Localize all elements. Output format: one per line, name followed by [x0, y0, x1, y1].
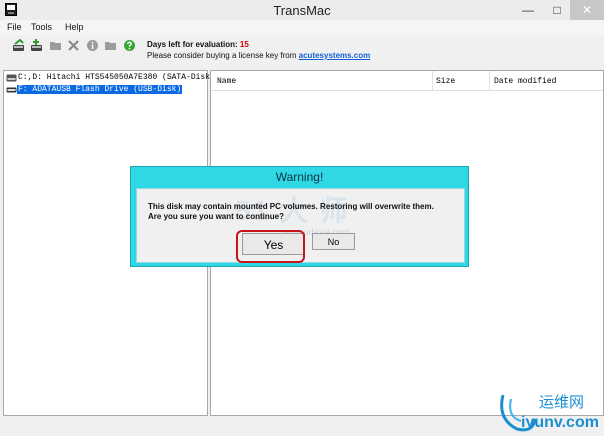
menu-file[interactable]: File: [7, 22, 22, 32]
site-url: iyunv.com: [521, 414, 599, 431]
new-folder-icon[interactable]: [49, 39, 62, 52]
menu-tools[interactable]: Tools: [31, 22, 52, 32]
file-list-header: Name Size Date modified: [211, 71, 603, 91]
evaluation-label: Days left for evaluation:: [147, 40, 238, 49]
title-bar: TransMac — □ ✕: [0, 0, 604, 21]
license-text: Please consider buying a license key fro…: [147, 51, 297, 60]
usb-disk-icon: [6, 87, 17, 92]
column-name[interactable]: Name: [217, 77, 236, 86]
toolbar: Days left for evaluation: 15 Please cons…: [0, 35, 604, 65]
drive-item-f[interactable]: F: ADATAUSB Flash Drive (USB-Disk): [6, 85, 183, 96]
help-icon[interactable]: [123, 39, 136, 52]
no-button[interactable]: No: [312, 233, 355, 250]
evaluation-days-count: 15: [239, 40, 249, 49]
license-notice: Please consider buying a license key fro…: [147, 51, 370, 60]
drive-label: F: ADATAUSB Flash Drive (USB-Disk): [17, 85, 183, 94]
dialog-title: Warning!: [275, 170, 324, 184]
evaluation-notice: Days left for evaluation: 15: [147, 40, 249, 49]
info-icon[interactable]: [86, 39, 99, 52]
folder-icon[interactable]: [104, 39, 117, 52]
dialog-question: Are you sure you want to continue?: [148, 212, 285, 221]
license-link[interactable]: acutesystems.com: [299, 51, 371, 60]
drive-item-c[interactable]: C:,D: Hitachi HTS545050A7E380 (SATA-Disk…: [6, 73, 216, 84]
drive-label: C:,D: Hitachi HTS545050A7E380 (SATA-Disk…: [18, 73, 215, 82]
site-name: 运维网: [539, 394, 585, 411]
column-size[interactable]: Size: [436, 77, 455, 86]
site-watermark: 运维网 iyunv.com: [497, 387, 604, 436]
menu-bar: File Tools Help: [0, 20, 604, 35]
minimize-button[interactable]: —: [514, 0, 542, 20]
close-button[interactable]: ✕: [570, 0, 604, 20]
open-disk-icon[interactable]: [12, 39, 25, 52]
hard-disk-icon: [6, 74, 17, 81]
dialog-message: This disk may contain mounted PC volumes…: [148, 202, 434, 211]
delete-icon[interactable]: [67, 39, 80, 52]
column-divider[interactable]: [489, 71, 490, 90]
column-divider[interactable]: [432, 71, 433, 90]
column-date-modified[interactable]: Date modified: [494, 77, 556, 86]
yes-button-highlight: [236, 230, 305, 263]
add-disk-icon[interactable]: [30, 39, 43, 52]
menu-help[interactable]: Help: [65, 22, 84, 32]
maximize-button[interactable]: □: [543, 0, 571, 20]
